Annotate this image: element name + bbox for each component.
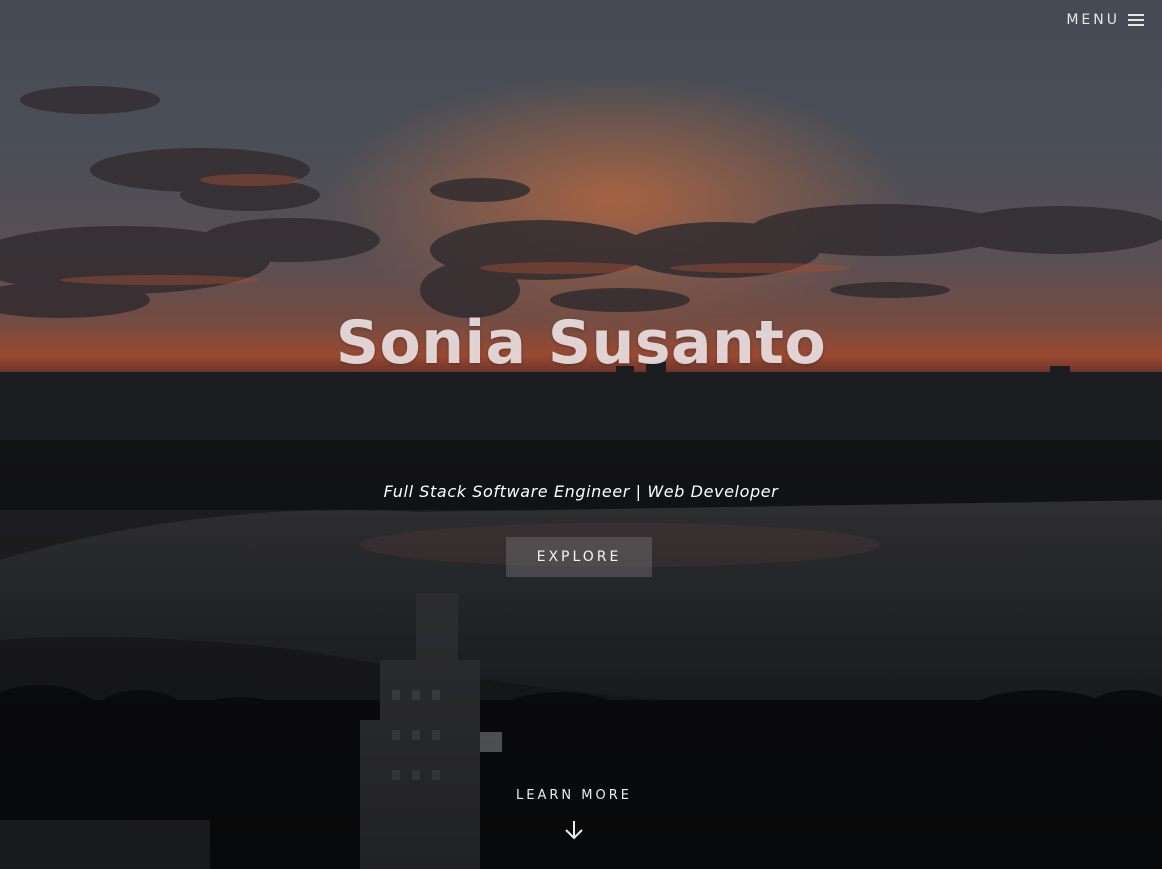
menu-label: MENU	[1066, 12, 1120, 28]
learn-more-link[interactable]: LEARN MORE	[474, 788, 674, 841]
hero-subtitle: Full Stack Software Engineer | Web Devel…	[383, 482, 779, 501]
hero-section: MENU Sonia Susanto Full Stack Software E…	[0, 0, 1162, 869]
arrow-down-icon	[565, 821, 583, 840]
learn-more-label: LEARN MORE	[516, 788, 632, 803]
explore-button[interactable]: EXPLORE	[506, 537, 652, 577]
hamburger-icon	[1128, 12, 1144, 28]
menu-toggle-button[interactable]: MENU	[1066, 12, 1144, 28]
hero-title: Sonia Susanto	[335, 308, 827, 378]
hero-background-image	[0, 0, 1162, 869]
